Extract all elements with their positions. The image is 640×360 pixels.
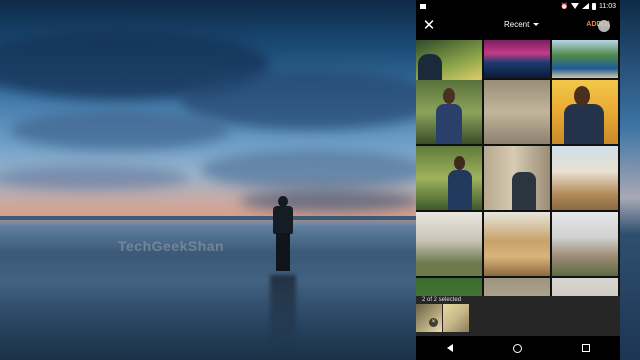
- person-face: [443, 88, 455, 104]
- background-right-strip: [620, 0, 640, 360]
- home-icon[interactable]: [513, 343, 522, 353]
- person-photo: [448, 170, 472, 210]
- video-icon: [420, 3, 426, 9]
- sort-label: Recent: [504, 20, 530, 29]
- photo-tile[interactable]: [416, 212, 482, 276]
- picker-toolbar: ✕ Recent ADD(2): [416, 12, 620, 40]
- person-body: [273, 206, 293, 234]
- selection-count: 2 of 2 selected: [422, 297, 462, 303]
- cloud: [0, 165, 190, 190]
- person-photo: [512, 172, 536, 210]
- person-reflection: [270, 275, 296, 345]
- photo-tile[interactable]: [484, 278, 550, 296]
- person-photo: [436, 104, 462, 144]
- selected-thumbnail-1[interactable]: ×: [416, 304, 442, 332]
- wallpaper-background: TechGeekShan: [0, 0, 416, 360]
- person-legs: [276, 233, 290, 271]
- photo-tile[interactable]: [552, 278, 618, 296]
- wifi-icon: [571, 3, 579, 9]
- photo-tile[interactable]: [484, 146, 550, 210]
- back-icon[interactable]: [446, 343, 453, 353]
- watermark-text: TechGeekShan: [118, 238, 225, 254]
- cloud: [10, 110, 230, 150]
- photo-tile[interactable]: [552, 146, 618, 210]
- selected-thumbnail-2[interactable]: [443, 304, 469, 332]
- battery-icon: [592, 2, 596, 10]
- recent-apps-icon[interactable]: [582, 344, 590, 352]
- horizon-line: [0, 216, 416, 220]
- sort-dropdown[interactable]: Recent: [504, 20, 540, 29]
- android-navbar: [416, 336, 620, 360]
- selection-tray: 2 of 2 selected ×: [416, 296, 620, 336]
- status-bar: ⏰ 11:03: [416, 0, 620, 12]
- touch-indicator: [598, 20, 610, 32]
- photo-grid: [416, 40, 620, 296]
- photo-tile[interactable]: [416, 278, 482, 296]
- alarm-icon: ⏰: [560, 3, 568, 10]
- person-face: [454, 156, 465, 170]
- status-time: 11:03: [599, 2, 616, 10]
- photo-tile[interactable]: [484, 80, 550, 144]
- photo-tile[interactable]: [552, 80, 618, 144]
- person-photo: [564, 104, 604, 144]
- photo-tile[interactable]: [416, 146, 482, 210]
- photo-picker-panel: ⏰ 11:03 ✕ Recent ADD(2): [416, 0, 620, 360]
- person-face: [574, 86, 590, 106]
- photo-tile[interactable]: [416, 80, 482, 144]
- signal-icon: [582, 3, 589, 9]
- photo-tile[interactable]: [484, 40, 550, 78]
- remove-icon[interactable]: ×: [429, 318, 438, 327]
- cloud: [200, 150, 416, 190]
- photo-tile[interactable]: [552, 212, 618, 276]
- caret-down-icon: [533, 23, 540, 26]
- cloud: [240, 190, 416, 212]
- photo-tile[interactable]: [552, 40, 618, 78]
- photo-tile[interactable]: [484, 212, 550, 276]
- standing-person-silhouette: [270, 196, 296, 272]
- close-icon[interactable]: ✕: [421, 18, 437, 34]
